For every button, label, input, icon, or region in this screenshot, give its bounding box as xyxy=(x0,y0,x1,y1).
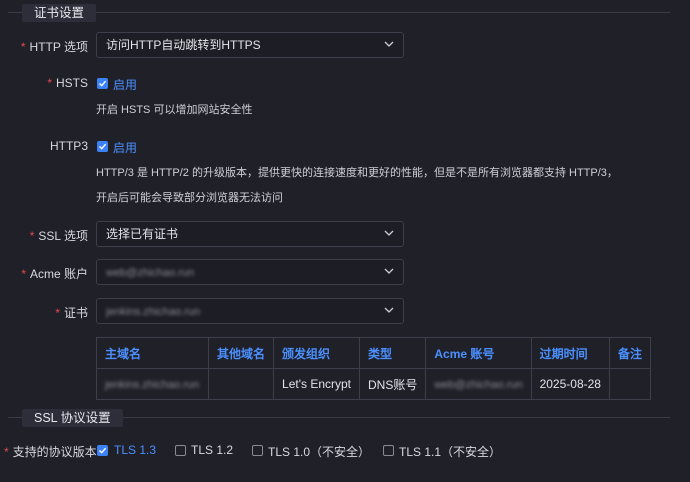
chevron-down-icon xyxy=(384,41,394,47)
table-header-row: 主域名 其他域名 颁发组织 类型 Acme 账号 过期时间 备注 xyxy=(96,337,651,369)
chevron-down-icon xyxy=(384,230,394,236)
certificate-label: * 证书 xyxy=(55,306,88,320)
table-cell: DNS账号 xyxy=(359,368,427,400)
section-title-cert: 证书设置 xyxy=(22,4,97,22)
hsts-label: * HSTS xyxy=(47,76,88,90)
http-option-select[interactable]: 访问HTTP自动跳转到HTTPS xyxy=(96,32,404,58)
section-divider xyxy=(8,12,670,13)
check-icon xyxy=(99,80,107,87)
table-cell: jenkins.zhichao.run xyxy=(96,368,209,400)
column-header: 类型 xyxy=(359,337,427,369)
column-header: 颁发组织 xyxy=(273,337,361,369)
chevron-down-icon xyxy=(384,268,394,274)
tls12-label[interactable]: TLS 1.2 xyxy=(191,443,233,457)
check-icon xyxy=(99,447,107,454)
http3-enable-label[interactable]: 启用 xyxy=(113,139,137,156)
table-cell xyxy=(207,368,275,400)
table-cell: web@zhichao.run xyxy=(425,368,532,400)
hsts-help-text: 开启 HSTS 可以增加网站安全性 xyxy=(96,104,253,116)
http3-label: HTTP3 xyxy=(49,139,88,153)
ssl-option-select[interactable]: 选择已有证书 xyxy=(96,221,404,247)
table-row: jenkins.zhichao.run Let's Encrypt DNS账号 … xyxy=(96,368,651,400)
column-header: 主域名 xyxy=(96,337,209,369)
acme-account-label: * Acme 账户 xyxy=(21,267,88,281)
ssl-option-label: * SSL 选项 xyxy=(29,229,88,243)
column-header: 其他域名 xyxy=(207,337,275,369)
column-header: Acme 账号 xyxy=(425,337,532,369)
http-option-label: * HTTP 选项 xyxy=(20,40,88,54)
acme-account-select[interactable]: web@zhichao.run xyxy=(96,259,404,285)
section-title-ssl: SSL 协议设置 xyxy=(22,409,123,427)
column-header: 过期时间 xyxy=(530,337,610,369)
tls10-label[interactable]: TLS 1.0（不安全） xyxy=(268,443,370,460)
tls13-label[interactable]: TLS 1.3 xyxy=(114,443,156,457)
table-cell xyxy=(608,368,651,400)
hsts-checkbox[interactable] xyxy=(97,78,108,89)
tls11-label[interactable]: TLS 1.1（不安全） xyxy=(399,443,501,460)
column-header: 备注 xyxy=(608,337,651,369)
check-icon xyxy=(99,143,107,150)
chevron-down-icon xyxy=(384,307,394,313)
protocols-label: * 支持的协议版本 xyxy=(4,445,97,459)
http3-checkbox[interactable] xyxy=(97,141,108,152)
http3-help-text-1: HTTP/3 是 HTTP/2 的升级版本，提供更快的连接速度和更好的性能，但是… xyxy=(96,167,618,179)
table-cell: 2025-08-28 xyxy=(530,368,610,400)
hsts-enable-label[interactable]: 启用 xyxy=(113,76,137,93)
tls12-checkbox[interactable] xyxy=(175,445,186,456)
tls13-checkbox[interactable] xyxy=(97,445,108,456)
certificate-select[interactable]: jenkins.zhichao.run xyxy=(96,298,404,324)
tls10-checkbox[interactable] xyxy=(252,445,263,456)
tls11-checkbox[interactable] xyxy=(383,445,394,456)
certificate-table: 主域名 其他域名 颁发组织 类型 Acme 账号 过期时间 备注 jenkins… xyxy=(96,337,651,400)
http3-help-text-2: 开启后可能会导致部分浏览器无法访问 xyxy=(96,192,283,204)
table-cell: Let's Encrypt xyxy=(273,368,361,400)
